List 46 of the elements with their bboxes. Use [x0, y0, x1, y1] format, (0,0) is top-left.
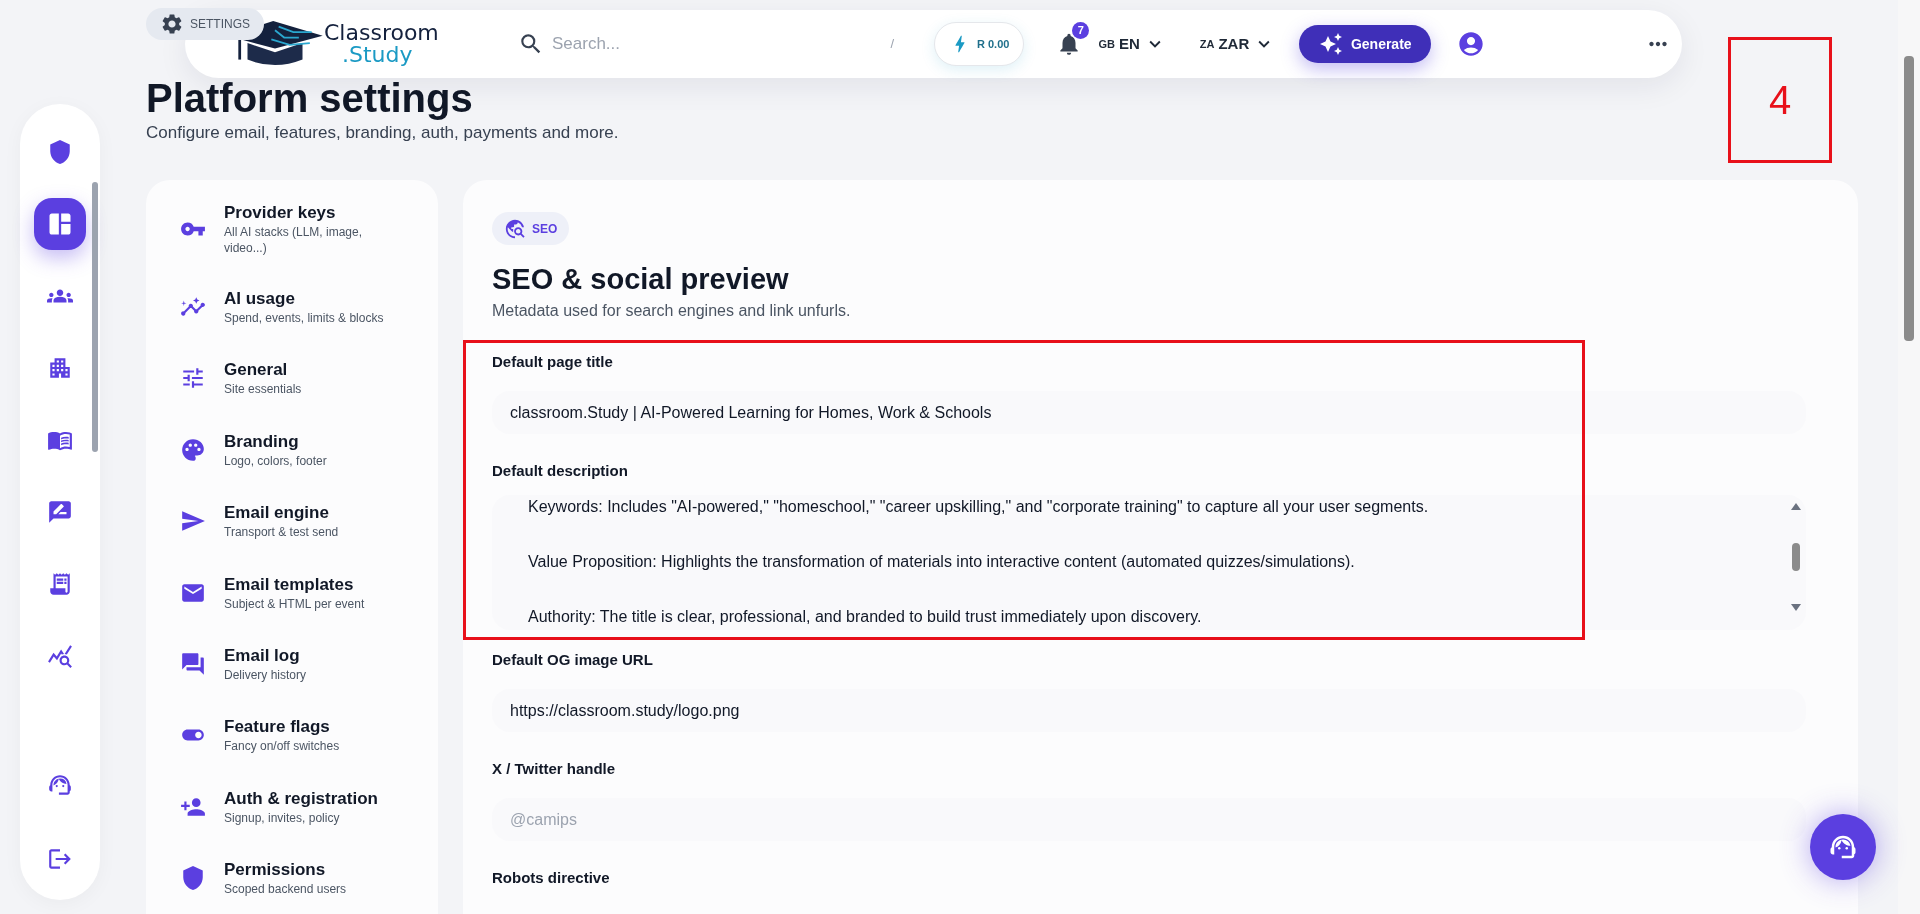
menu-item[interactable]: Email log Delivery history — [180, 628, 426, 700]
menu-item[interactable]: Permissions Scoped backend users — [180, 842, 426, 914]
menu-item[interactable]: Email templates Subject & HTML per event — [180, 556, 426, 629]
notification-count: 7 — [1072, 22, 1090, 39]
currency-selector[interactable]: ZA ZAR — [1199, 32, 1276, 56]
menu-item[interactable]: Email engine Transport & test send — [180, 485, 426, 557]
signature-icon — [47, 499, 73, 525]
field-label: Robots directive — [492, 868, 611, 888]
field-label: Default description — [492, 461, 629, 481]
user-icon[interactable] — [1457, 30, 1486, 58]
shield-icon — [47, 139, 73, 165]
menu-item[interactable]: Auth & registration Signup, invites, policy — [180, 771, 426, 843]
gear-icon — [160, 12, 184, 36]
logo-text: Classroom — [324, 22, 439, 44]
menu-item[interactable]: Provider keys All AI stacks (LLM, image, video...) — [180, 186, 426, 272]
globe-search-icon — [504, 217, 526, 240]
section-badge: SEO — [492, 212, 570, 245]
shield-icon — [180, 865, 206, 892]
scrollbar[interactable] — [1790, 503, 1802, 611]
palette-icon — [180, 436, 206, 463]
headset-icon[interactable] — [47, 772, 73, 798]
rail-button[interactable] — [34, 198, 86, 250]
section-subtitle: Metadata used for search engines and link unfurls. — [492, 301, 852, 321]
field-label: Default page title — [492, 352, 614, 372]
sparkle-icon — [1318, 32, 1343, 56]
scrollbar[interactable] — [1898, 0, 1920, 914]
chart-search-icon — [47, 643, 73, 669]
field-label: X / Twitter handle — [492, 759, 617, 779]
page-title: Platform settings — [146, 78, 473, 118]
menu-item[interactable]: AI usage Spend, events, limits & blocks — [180, 271, 426, 343]
annotation-marker: 4 — [1728, 37, 1832, 163]
language-selector[interactable]: GB EN — [1098, 32, 1166, 56]
logo-text: .Study — [342, 44, 414, 66]
generate-button[interactable]: Generate — [1299, 25, 1432, 63]
page-subtitle: Configure email, features, branding, auth, payments and more. — [146, 122, 619, 144]
section-title: SEO & social preview — [492, 262, 790, 297]
building-icon — [47, 355, 73, 381]
menu-item[interactable]: Feature flags Fancy on/off switches — [180, 699, 426, 772]
receipt-icon — [47, 571, 73, 597]
balance-button[interactable]: R 0.00 — [934, 22, 1025, 66]
logout-icon[interactable] — [47, 846, 73, 872]
section-badge: SETTINGS — [146, 8, 264, 40]
field-label: Default OG image URL — [492, 650, 654, 670]
menu-item[interactable]: Branding Logo, colors, footer — [180, 414, 426, 486]
menu-item[interactable]: General Site essentials — [180, 342, 426, 415]
scrollbar[interactable] — [92, 182, 98, 452]
